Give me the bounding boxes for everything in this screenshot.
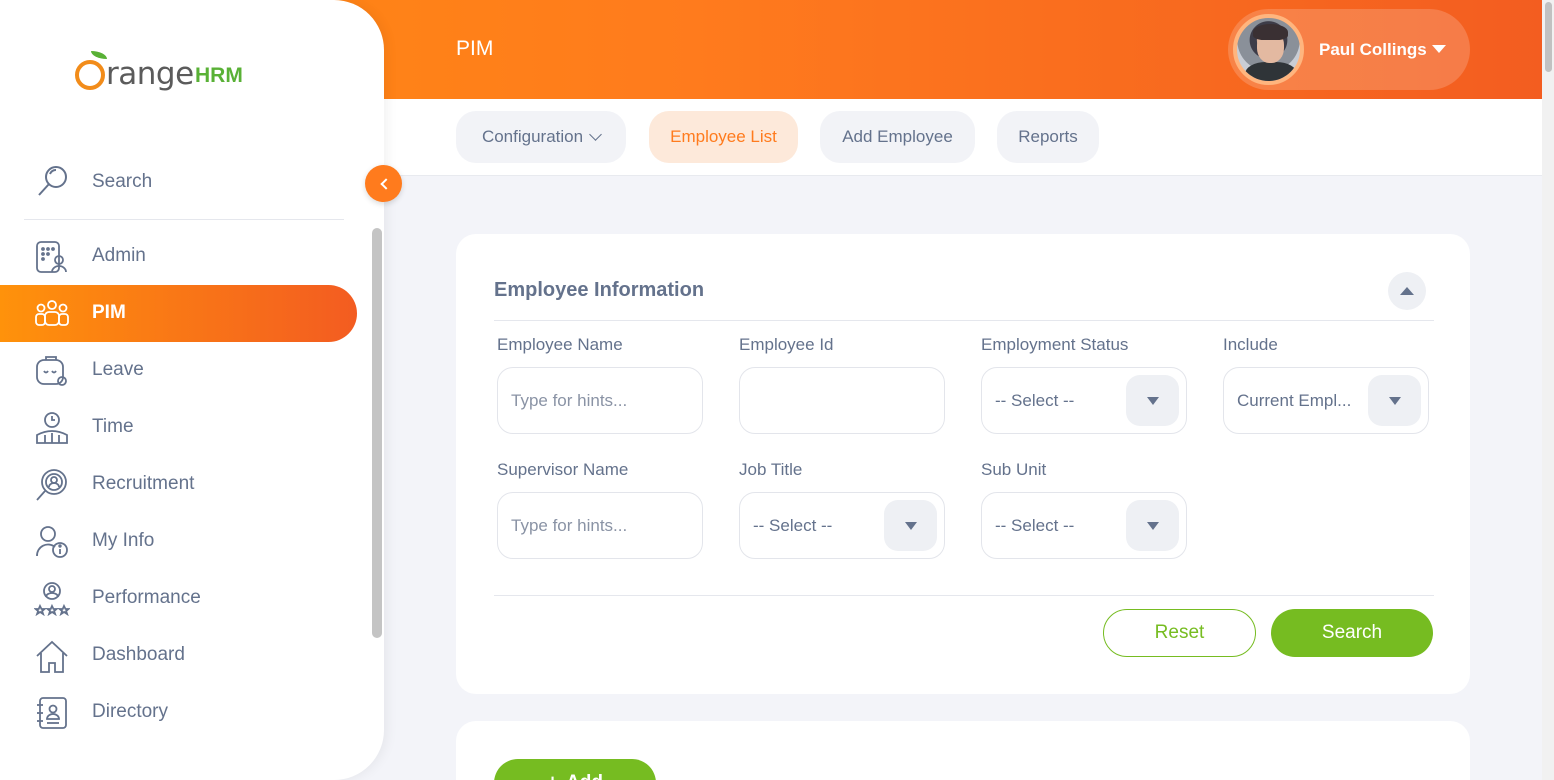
time-icon bbox=[36, 412, 68, 444]
sidebar-search[interactable]: Search bbox=[24, 152, 344, 220]
employee-id-input[interactable] bbox=[739, 367, 945, 434]
employment-status-label: Employment Status bbox=[981, 335, 1129, 354]
sub-unit-value: -- Select -- bbox=[995, 515, 1075, 535]
filter-title: Employee Information bbox=[494, 279, 705, 301]
sidebar-scrollbar-thumb[interactable] bbox=[372, 228, 382, 638]
search-button[interactable]: Search bbox=[1271, 609, 1433, 657]
tab-configuration-label: Configuration bbox=[481, 127, 584, 146]
sidebar-item-admin[interactable]: Admin bbox=[0, 228, 357, 285]
employee-name-label: Employee Name bbox=[497, 335, 623, 354]
caret-down-icon bbox=[1146, 521, 1159, 530]
pim-icon bbox=[35, 300, 69, 326]
sub-unit-select[interactable]: -- Select -- bbox=[981, 492, 1187, 559]
page-title: PIM bbox=[456, 37, 494, 60]
job-title-value: -- Select -- bbox=[753, 515, 833, 535]
collapse-filter-button[interactable] bbox=[1388, 272, 1426, 310]
employee-id-label: Employee Id bbox=[739, 335, 834, 354]
sidebar-scrollbar[interactable] bbox=[371, 228, 383, 738]
sub-unit-label: Sub Unit bbox=[981, 460, 1047, 479]
supervisor-name-label: Supervisor Name bbox=[497, 460, 629, 479]
tab-employee-list-label: Employee List bbox=[670, 127, 777, 146]
tab-employee-list[interactable]: Employee List bbox=[649, 111, 798, 163]
employee-name-input[interactable]: Type for hints... bbox=[497, 367, 703, 434]
include-dropdown-button[interactable] bbox=[1368, 375, 1421, 426]
sidebar-item-recruitment[interactable]: Recruitment bbox=[0, 456, 357, 513]
sidebar-search-label: Search bbox=[92, 171, 153, 192]
employee-filter-card: Employee Information Employee Name Type … bbox=[456, 234, 1470, 694]
add-button-label: Add bbox=[566, 772, 603, 780]
employment-status-select[interactable]: -- Select -- bbox=[981, 367, 1187, 434]
job-title-label: Job Title bbox=[739, 460, 803, 479]
include-select[interactable]: Current Empl... bbox=[1223, 367, 1429, 434]
directory-icon bbox=[37, 697, 67, 729]
employment-status-dropdown-button[interactable] bbox=[1126, 375, 1179, 426]
page-scrollbar-thumb[interactable] bbox=[1545, 2, 1552, 72]
recruitment-icon bbox=[36, 469, 67, 501]
sidebar-item-label: Time bbox=[92, 416, 134, 437]
reset-button[interactable]: Reset bbox=[1103, 609, 1256, 657]
user-name: Paul Collings bbox=[1319, 40, 1427, 59]
my-info-icon bbox=[36, 526, 68, 558]
sidebar-item-label: Directory bbox=[92, 701, 169, 722]
sidebar-item-time[interactable]: Time bbox=[0, 399, 357, 456]
logo-suffix: HRM bbox=[195, 64, 243, 87]
leave-icon bbox=[36, 356, 67, 386]
dashboard-icon bbox=[36, 640, 68, 673]
sidebar-item-label: Recruitment bbox=[92, 473, 195, 494]
logo-orange-icon bbox=[75, 60, 105, 90]
sub-unit-dropdown-button[interactable] bbox=[1126, 500, 1179, 551]
orangehrm-logo[interactable]: range HRM bbox=[75, 48, 250, 98]
sidebar-item-label: PIM bbox=[92, 302, 126, 323]
user-avatar bbox=[1233, 14, 1304, 85]
sidebar-item-directory[interactable]: Directory bbox=[0, 684, 357, 741]
sidebar-item-leave[interactable]: Leave bbox=[0, 342, 357, 399]
tab-configuration[interactable]: Configuration bbox=[456, 111, 626, 163]
plus-icon: + bbox=[547, 772, 558, 780]
supervisor-name-placeholder: Type for hints... bbox=[511, 515, 628, 535]
logo-text: range bbox=[106, 56, 194, 92]
sidebar-item-my-info[interactable]: My Info bbox=[0, 513, 357, 570]
collapse-sidebar-button[interactable] bbox=[365, 165, 402, 202]
admin-icon bbox=[36, 241, 67, 273]
caret-down-icon bbox=[1432, 45, 1446, 53]
sidebar-item-performance[interactable]: Performance bbox=[0, 570, 357, 627]
sidebar-item-pim[interactable]: PIM bbox=[0, 285, 357, 342]
sidebar-item-dashboard[interactable]: Dashboard bbox=[0, 627, 357, 684]
include-value: Current Empl... bbox=[1237, 390, 1352, 410]
caret-down-icon bbox=[1388, 396, 1401, 405]
job-title-select[interactable]: -- Select -- bbox=[739, 492, 945, 559]
employee-name-placeholder: Type for hints... bbox=[511, 390, 628, 410]
sidebar-item-label: Admin bbox=[92, 245, 146, 266]
caret-up-icon bbox=[1400, 287, 1414, 295]
supervisor-name-input[interactable]: Type for hints... bbox=[497, 492, 703, 559]
top-nav: Configuration Employee List Add Employee… bbox=[384, 99, 1542, 176]
employee-list-card: + Add bbox=[456, 721, 1470, 780]
sidebar-item-label: Performance bbox=[92, 587, 201, 608]
add-employee-button[interactable]: + Add bbox=[494, 759, 656, 780]
tab-add-employee[interactable]: Add Employee bbox=[820, 111, 975, 163]
performance-icon bbox=[34, 582, 70, 616]
caret-down-icon bbox=[1146, 396, 1159, 405]
logo-leaf-icon bbox=[91, 51, 107, 59]
include-label: Include bbox=[1223, 335, 1278, 354]
user-dropdown[interactable]: Paul Collings bbox=[1228, 9, 1470, 90]
tab-reports[interactable]: Reports bbox=[997, 111, 1099, 163]
sidebar-item-label: Leave bbox=[92, 359, 144, 380]
filter-divider-bottom bbox=[494, 595, 1434, 596]
sidebar-item-label: My Info bbox=[92, 530, 155, 551]
chevron-left-icon bbox=[379, 177, 392, 190]
job-title-dropdown-button[interactable] bbox=[884, 500, 937, 551]
caret-down-icon bbox=[904, 521, 917, 530]
tab-reports-label: Reports bbox=[1018, 127, 1078, 146]
employment-status-value: -- Select -- bbox=[995, 390, 1075, 410]
tab-add-employee-label: Add Employee bbox=[842, 127, 953, 146]
filter-divider-top bbox=[494, 320, 1434, 321]
sidebar-item-label: Dashboard bbox=[92, 644, 185, 665]
sidebar: range HRM Search Admin PIM Leave Time Re… bbox=[0, 0, 384, 780]
search-icon bbox=[38, 166, 67, 196]
page-scrollbar[interactable] bbox=[1542, 0, 1554, 780]
chevron-down-icon bbox=[589, 128, 602, 141]
